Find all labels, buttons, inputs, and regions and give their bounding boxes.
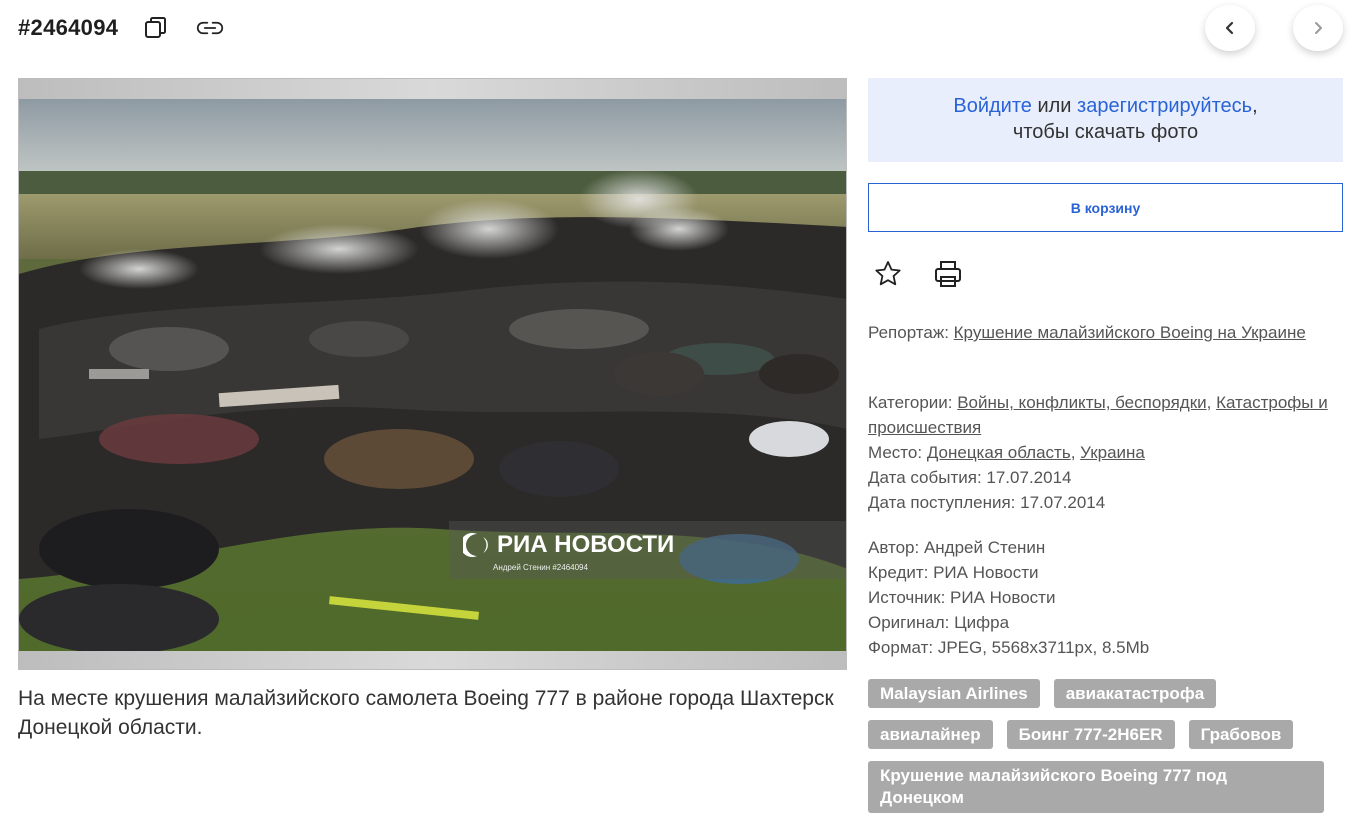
link-icon[interactable]	[196, 14, 224, 42]
category-separator: ,	[1206, 393, 1217, 412]
login-prompt-line-2: чтобы скачать фото	[1012, 121, 1199, 143]
place-label: Место:	[868, 443, 927, 462]
login-prompt: Войдите или зарегистрируйтесь, чтобы ска…	[868, 78, 1343, 162]
login-or-text: или	[1031, 95, 1078, 117]
author: Автор: Андрей Стенин	[868, 538, 1046, 557]
watermark-credit: Андрей Стенин #2464094	[493, 563, 588, 572]
tag-item[interactable]: Боинг 777-2H6ER	[1006, 720, 1175, 749]
format: Формат: JPEG, 5568x3711px, 8.5Mb	[868, 638, 1150, 657]
login-comma: ,	[1252, 95, 1258, 117]
tag-item[interactable]: Malaysian Airlines	[868, 679, 1040, 708]
copy-icon[interactable]	[142, 14, 170, 42]
tag-item[interactable]: авиалайнер	[868, 720, 993, 749]
categories-label: Категории:	[868, 393, 958, 412]
tag-list: Malaysian Airlines авиакатастрофа авиала…	[868, 679, 1338, 825]
tag-item[interactable]: Грабовов	[1188, 720, 1294, 749]
ria-logo: РИА НОВОСТИ	[463, 531, 674, 559]
report-label: Репортаж:	[868, 323, 954, 342]
category-link-war[interactable]: Войны, конфликты, беспорядки	[957, 393, 1206, 412]
received-date: Дата поступления: 17.07.2014	[868, 493, 1106, 512]
place-link-ukraine[interactable]: Украина	[1080, 443, 1145, 462]
login-link[interactable]: Войдите	[953, 95, 1032, 117]
main-photo[interactable]: РИА НОВОСТИ Андрей Стенин #2464094	[18, 78, 847, 670]
star-icon[interactable]	[872, 258, 904, 290]
source: Источник: РИА Новости	[868, 588, 1056, 607]
details-block-1: Категории: Войны, конфликты, беспорядки,…	[868, 390, 1343, 515]
register-link[interactable]: зарегистрируйтесь	[1077, 95, 1252, 117]
event-date: Дата события: 17.07.2014	[868, 468, 1072, 487]
printer-icon[interactable]	[932, 258, 964, 290]
photo-id: #2464094	[18, 15, 119, 40]
tag-item[interactable]: авиакатастрофа	[1053, 679, 1217, 708]
previous-photo-button[interactable]	[1205, 5, 1255, 51]
watermark-brand: РИА НОВОСТИ	[497, 531, 675, 558]
next-photo-button[interactable]	[1293, 5, 1343, 51]
place-link-donetsk[interactable]: Донецкая область	[927, 443, 1071, 462]
top-bar: #2464094	[18, 10, 224, 46]
credit: Кредит: РИА Новости	[868, 563, 1039, 582]
report-link[interactable]: Крушение малайзийского Boeing на Украине	[954, 323, 1306, 342]
place-row: Место: Донецкая область, Украина	[868, 440, 1343, 465]
add-to-cart-button[interactable]: В корзину	[868, 183, 1343, 232]
tag-item[interactable]: Крушение малайзийского Boeing 777 под До…	[868, 761, 1324, 813]
place-separator: ,	[1070, 443, 1081, 462]
ria-logo-icon	[463, 533, 488, 557]
details-block-2: Автор: Андрей Стенин Кредит: РИА Новости…	[868, 535, 1343, 660]
photo-caption: На месте крушения малайзийского самолета…	[18, 687, 834, 739]
chevron-left-icon	[1225, 21, 1234, 35]
categories-row: Категории: Войны, конфликты, беспорядки,…	[868, 390, 1343, 440]
original: Оригинал: Цифра	[868, 613, 1010, 632]
photo-watermark: РИА НОВОСТИ Андрей Стенин #2464094	[449, 521, 846, 579]
login-prompt-line-1: Войдите или зарегистрируйтесь,	[868, 93, 1343, 119]
chevron-right-icon	[1315, 22, 1322, 34]
report-info: Репортаж: Крушение малайзийского Boeing …	[868, 320, 1343, 345]
action-icons	[872, 258, 964, 290]
